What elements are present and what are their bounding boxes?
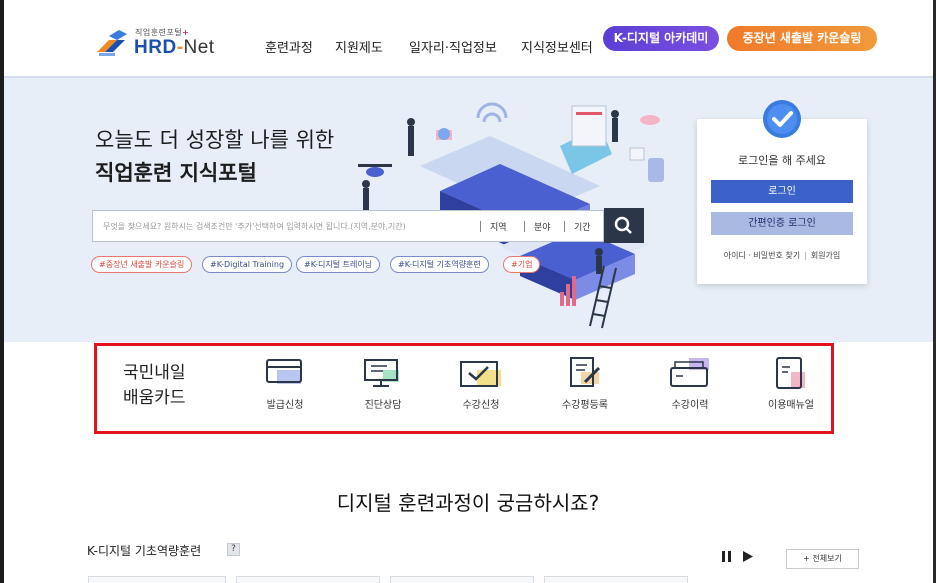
- filter-divider: [524, 221, 525, 232]
- login-button[interactable]: 로그인: [711, 180, 853, 203]
- card-item-label: 발급신청: [266, 400, 304, 411]
- hero-headline: 오늘도 더 성장할 나를 위한 직업훈련 지식포털: [95, 124, 334, 190]
- login-links: 아이디 · 비밀번호 찾기 | 회원가입: [697, 250, 867, 261]
- card-item-label: 이용매뉴얼: [768, 400, 814, 411]
- card-review-registration[interactable]: 수강평등록: [545, 356, 625, 411]
- search-placeholder: 무엇을 찾으세요? 원하시는 검색조건만 '추가'선택하여 입력하시면 됩니다.…: [103, 222, 406, 231]
- nav-training-courses[interactable]: 훈련과정: [265, 37, 313, 56]
- filter-divider: [564, 221, 565, 232]
- card-issue-application[interactable]: 발급신청: [245, 356, 325, 411]
- tag-k-digital-training-ko[interactable]: #K-디지털 트레이닝: [296, 256, 381, 273]
- document-pen-icon: [570, 357, 601, 387]
- search-icon: [614, 216, 632, 234]
- card-item-label: 진단상담: [364, 400, 402, 411]
- card-item-label: 수강이력: [671, 400, 709, 411]
- monitor-consult-icon: [364, 359, 399, 387]
- card-item-label: 수강신청: [462, 400, 500, 411]
- card-title-line1: 국민내일: [123, 363, 186, 383]
- card-diagnosis-consult[interactable]: 진단상담: [343, 356, 423, 411]
- national-learning-card-section: 국민내일 배움카드 발급신청 진단상담 수강신청 수강평등록 수강이력 이용매뉴…: [94, 343, 834, 434]
- card-course-registration[interactable]: 수강신청: [441, 356, 521, 411]
- k-digital-basic-title: K-디지털 기초역량훈련: [87, 544, 202, 558]
- card-title-line2: 배움카드: [123, 388, 186, 408]
- simple-cert-login-button[interactable]: 간편인증 로그인: [711, 212, 853, 235]
- site-header: 직업훈련포털+ HRD-Net 훈련과정 지원제도 일자리·직업정보 지식정보센…: [0, 0, 936, 76]
- page: 직업훈련포털+ HRD-Net 훈련과정 지원제도 일자리·직업정보 지식정보센…: [0, 0, 936, 583]
- nav-knowledge-center[interactable]: 지식정보센터: [521, 37, 593, 56]
- tag-midlife-counseling[interactable]: #중장년 새출발 카운슬링: [91, 256, 193, 273]
- hero-headline-line2: 직업훈련 지식포털: [95, 161, 257, 185]
- tag-enterprise[interactable]: #기업: [503, 256, 541, 273]
- filter-period[interactable]: 기간: [574, 220, 591, 233]
- nav-job-info[interactable]: 일자리·직업정보: [409, 37, 497, 56]
- search-input[interactable]: 무엇을 찾으세요? 원하시는 검색조건만 '추가'선택하여 입력하시면 됩니다.…: [92, 210, 604, 242]
- play-icon[interactable]: [743, 551, 753, 562]
- card-course-history[interactable]: 수강이력: [650, 356, 730, 411]
- view-all-button[interactable]: + 전체보기: [786, 549, 859, 569]
- card-user-manual[interactable]: 이용매뉴얼: [751, 356, 831, 411]
- filter-field[interactable]: 분야: [534, 220, 551, 233]
- tag-k-digital-basic[interactable]: #K-디지털 기초역량훈련: [390, 256, 489, 273]
- folder-history-icon: [670, 358, 709, 387]
- login-prompt: 로그인을 해 주세요: [738, 154, 826, 167]
- find-id-password-link[interactable]: 아이디 · 비밀번호 찾기: [724, 251, 800, 260]
- logo-title: HRD-Net: [134, 37, 215, 58]
- pause-icon[interactable]: [722, 551, 731, 562]
- search-button[interactable]: [604, 208, 644, 243]
- card-item-label: 수강평등록: [562, 400, 608, 411]
- midlife-counseling-button[interactable]: 중장년 새출발 카운슬링: [727, 26, 877, 51]
- hero-headline-line1: 오늘도 더 성장할 나를 위한: [95, 128, 335, 152]
- hero-divider: [0, 76, 936, 78]
- card-icon: [266, 359, 302, 384]
- checkbox-folder-icon: [460, 361, 501, 387]
- card-section-title: 국민내일 배움카드: [123, 361, 186, 411]
- filter-region[interactable]: 지역: [490, 220, 507, 233]
- section-title: 디지털 훈련과정이 궁금하시죠?: [336, 491, 600, 515]
- join-link[interactable]: 회원가입: [811, 251, 840, 260]
- filter-divider: [480, 221, 481, 232]
- link-separator: |: [804, 251, 807, 260]
- course-card[interactable]: [88, 576, 226, 583]
- k-digital-academy-button[interactable]: K-디지털 아카데미: [603, 26, 719, 51]
- course-card[interactable]: [390, 576, 534, 583]
- help-button[interactable]: ?: [227, 543, 240, 556]
- hrd-net-logo[interactable]: 직업훈련포털+ HRD-Net: [95, 24, 235, 64]
- drone-icon: [358, 164, 392, 177]
- check-badge-icon: [763, 100, 801, 138]
- login-card: 로그인을 해 주세요 로그인 간편인증 로그인 아이디 · 비밀번호 찾기 | 회원…: [697, 119, 867, 284]
- manual-book-icon: [776, 357, 805, 389]
- screen-edge-left: [0, 0, 4, 583]
- nav-support-system[interactable]: 지원제도: [335, 37, 383, 56]
- course-card[interactable]: [544, 576, 688, 583]
- hrd-logo-mark-icon: [97, 30, 127, 56]
- course-card[interactable]: [236, 576, 380, 583]
- tag-k-digital-training-en[interactable]: #K-Digital Training: [202, 256, 293, 273]
